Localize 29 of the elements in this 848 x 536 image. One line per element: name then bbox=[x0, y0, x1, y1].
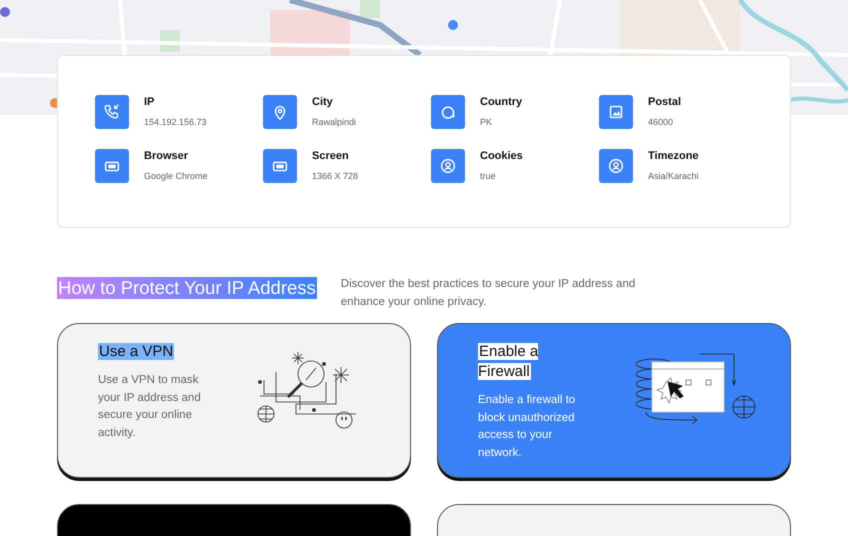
info-label: Country bbox=[480, 96, 522, 108]
tip-title: Use a VPN bbox=[98, 342, 174, 362]
info-label: Timezone bbox=[648, 150, 699, 162]
info-label: Cookies bbox=[480, 150, 523, 162]
screen-icon bbox=[95, 149, 129, 183]
info-label: Screen bbox=[312, 150, 350, 162]
info-value: 46000 bbox=[648, 117, 674, 127]
user-icon bbox=[431, 149, 465, 183]
tip-text: Enable a firewall to block unauthorized access to your network. bbox=[478, 393, 576, 460]
info-label: IP bbox=[144, 96, 156, 108]
info-value: 154.192.156.73 bbox=[144, 117, 207, 127]
phone-icon bbox=[95, 95, 129, 129]
location-pin-icon bbox=[263, 95, 297, 129]
info-value: Google Chrome bbox=[144, 171, 208, 181]
info-value: PK bbox=[480, 117, 494, 127]
info-value: Asia/Karachi bbox=[648, 171, 699, 181]
info-label: Browser bbox=[144, 150, 190, 162]
section-description: Discover the best practices to secure your IP address and enhance your online privacy. bbox=[340, 277, 636, 310]
user-icon bbox=[599, 149, 633, 183]
info-value: Rawalpindi bbox=[312, 117, 356, 127]
info-value: true bbox=[480, 171, 497, 181]
tip-text: Use a VPN to mask your IP address and secure your online activity. bbox=[98, 373, 202, 440]
info-value: 1366 X 728 bbox=[312, 171, 358, 181]
section-heading: How to Protect Your IP Address bbox=[57, 277, 317, 299]
image-icon bbox=[599, 95, 633, 129]
info-label: Postal bbox=[648, 96, 682, 108]
screen-icon bbox=[263, 149, 297, 183]
info-label: City bbox=[312, 96, 334, 108]
chat-bubble-icon bbox=[431, 95, 465, 129]
